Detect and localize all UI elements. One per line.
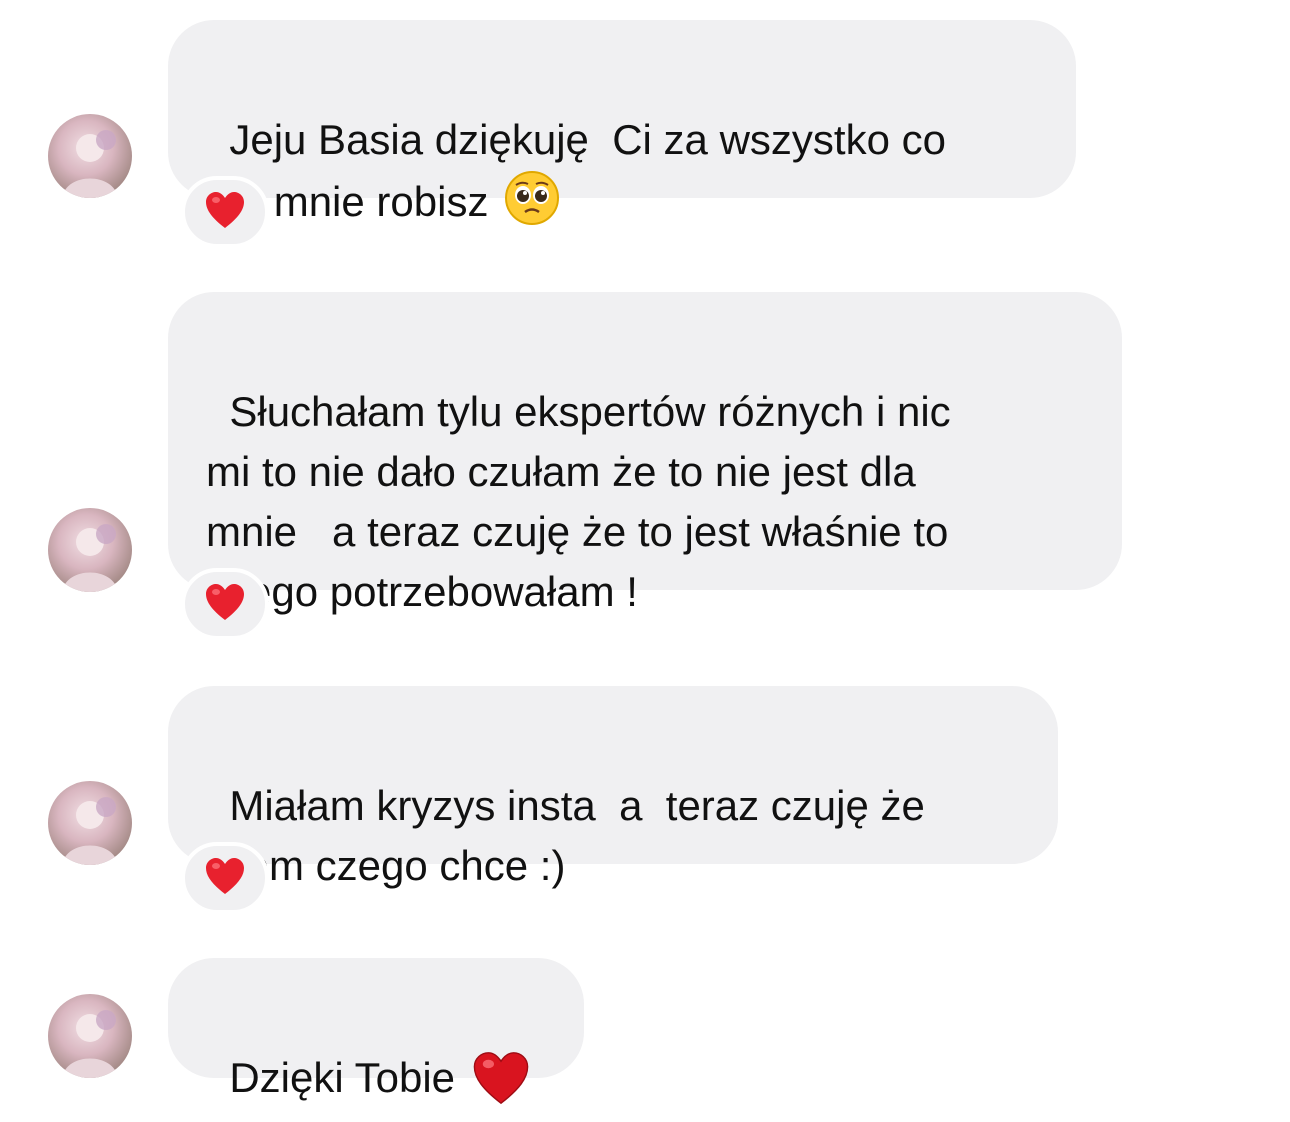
message-text: Miałam kryzys insta a teraz czuję że wie… [206,782,925,889]
message-bubble[interactable]: Dzięki Tobie [168,958,584,1105]
sender-avatar[interactable] [48,114,132,198]
heart-reaction[interactable] [181,568,269,640]
heart-reaction[interactable] [181,842,269,914]
message-bubble[interactable]: Jeju Basia dziękuję Ci za wszystko co dl… [168,20,1076,225]
red-heart-icon [204,582,246,627]
heart-reaction[interactable] [181,176,269,248]
message-bubble[interactable]: Słuchałam tylu ekspertów różnych i nic m… [168,292,1122,615]
sender-avatar[interactable] [48,508,132,592]
message-text: Dzięki Tobie [229,1054,456,1101]
red-heart-icon [204,856,246,901]
sender-avatar[interactable] [48,781,132,865]
pleading-face-icon [504,170,560,242]
message-text: Słuchałam tylu ekspertów różnych i nic m… [206,388,951,615]
red-heart-icon [204,190,246,235]
red-heart-icon [471,1050,531,1122]
sender-avatar[interactable] [48,994,132,1078]
message-text: Jeju Basia dziękuję Ci za wszystko co dl… [206,116,946,225]
message-bubble[interactable]: Miałam kryzys insta a teraz czuję że wie… [168,686,1058,889]
